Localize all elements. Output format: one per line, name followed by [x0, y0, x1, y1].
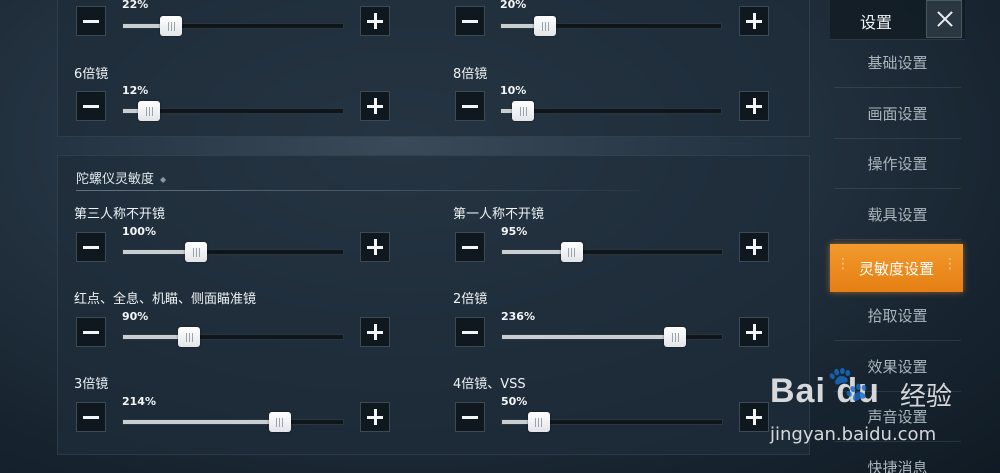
slider-percent: 20% — [500, 0, 527, 11]
decrease-button[interactable] — [76, 317, 106, 347]
slider-handle[interactable] — [268, 412, 291, 432]
sidebar-item-3[interactable]: 载具设置 — [834, 190, 961, 240]
slider-label: 第一人称不开镜 — [453, 207, 545, 222]
slider-track[interactable] — [501, 412, 723, 432]
slider-handle[interactable] — [138, 101, 161, 121]
scope-sensitivity-panel: 22% 20% 6倍镜 8倍镜 12% 10% — [57, 0, 810, 137]
slider-track[interactable] — [122, 327, 344, 347]
increase-button[interactable] — [739, 317, 769, 347]
slider-handle[interactable] — [178, 327, 200, 347]
slider-handle[interactable] — [534, 16, 556, 36]
watermark-jingyan: 经验 — [900, 382, 953, 412]
sidebar-item-label: 基础设置 — [867, 54, 928, 72]
paw-icon: 🐾 — [827, 364, 870, 404]
sidebar-item-2[interactable]: 操作设置 — [834, 139, 961, 190]
increase-button[interactable] — [739, 402, 769, 432]
sidebar-item-label: 拾取设置 — [867, 307, 928, 325]
sidebar-title: 设置 — [860, 13, 893, 32]
slider-percent: 50% — [501, 395, 528, 408]
slider-label: 红点、全息、机瞄、侧面瞄准镜 — [74, 292, 257, 307]
slider-percent: 90% — [122, 310, 149, 323]
increase-button[interactable] — [739, 232, 769, 262]
decrease-button[interactable] — [455, 91, 485, 121]
gyroscope-sensitivity-panel: 陀螺仪灵敏度 ◆ 第三人称不开镜 100% 第一人称不开镜 95% 红点、全息、机瞄、侧面… — [57, 155, 810, 455]
sidebar-item-0[interactable]: 基础设置 — [834, 38, 961, 88]
slider-handle[interactable] — [185, 242, 208, 262]
slider-label: 3倍镜 — [74, 377, 109, 392]
baidu-watermark: Bai du 🐾 经验 jingyan.baidu.com — [770, 364, 970, 462]
slider-track[interactable] — [501, 327, 723, 347]
slider-percent: 22% — [122, 0, 149, 11]
sidebar-item-1[interactable]: 画面设置 — [834, 89, 961, 139]
slider-fill — [123, 420, 280, 424]
decrease-button[interactable] — [76, 232, 106, 262]
section-title-text: 陀螺仪灵敏度 — [76, 172, 155, 187]
increase-button[interactable] — [360, 402, 390, 432]
increase-button[interactable] — [360, 317, 390, 347]
sidebar-item-5[interactable]: 拾取设置 — [834, 291, 961, 341]
slider-label-6x: 6倍镜 — [74, 67, 109, 82]
increase-button[interactable] — [360, 6, 390, 36]
slider-handle[interactable] — [527, 412, 550, 432]
slider-handle[interactable] — [664, 327, 687, 347]
watermark-url: jingyan.baidu.com — [770, 424, 937, 445]
close-icon[interactable] — [926, 0, 962, 38]
decrease-button[interactable] — [76, 402, 106, 432]
sidebar-item-label: 操作设置 — [867, 155, 928, 174]
slider-track[interactable] — [122, 412, 344, 432]
increase-button[interactable] — [360, 232, 390, 262]
sidebar-item-label: 载具设置 — [867, 205, 928, 224]
slider-label-8x: 8倍镜 — [453, 67, 488, 82]
diamond-icon: ◆ — [160, 175, 167, 184]
decrease-button[interactable] — [76, 6, 106, 36]
slider-fill — [502, 335, 676, 339]
decrease-button[interactable] — [455, 232, 485, 262]
slider-handle[interactable] — [160, 16, 183, 36]
decrease-button[interactable] — [455, 6, 485, 36]
slider-percent: 100% — [122, 225, 156, 238]
sidebar-header: 设置 — [830, 0, 965, 40]
decrease-button[interactable] — [455, 402, 485, 432]
sidebar-item-label: 灵敏度设置 — [858, 259, 934, 278]
slider-track[interactable] — [122, 16, 344, 36]
slider-label: 2倍镜 — [453, 292, 488, 307]
increase-button[interactable] — [360, 91, 390, 121]
slider-track[interactable] — [122, 242, 344, 262]
increase-button[interactable] — [739, 91, 769, 121]
slider-track[interactable] — [122, 101, 344, 121]
slider-percent: 12% — [122, 84, 149, 97]
decrease-button[interactable] — [455, 317, 485, 347]
slider-handle[interactable] — [512, 101, 534, 121]
increase-button[interactable] — [739, 6, 769, 36]
slider-percent: 214% — [122, 395, 156, 408]
sidebar-item-4[interactable]: 灵敏度设置 — [830, 244, 963, 293]
section-title: 陀螺仪灵敏度 ◆ — [76, 168, 166, 187]
slider-label: 4倍镜、VSS — [453, 377, 526, 392]
slider-track[interactable] — [501, 242, 723, 262]
section-divider — [76, 190, 641, 191]
slider-label: 第三人称不开镜 — [74, 207, 166, 222]
slider-percent: 236% — [501, 310, 535, 323]
slider-percent: 10% — [500, 84, 527, 97]
slider-handle[interactable] — [560, 242, 583, 262]
slider-percent: 95% — [501, 225, 528, 238]
slider-track[interactable] — [500, 16, 722, 36]
decrease-button[interactable] — [76, 91, 106, 121]
sidebar-item-label: 画面设置 — [867, 104, 928, 123]
slider-track[interactable] — [500, 101, 722, 121]
